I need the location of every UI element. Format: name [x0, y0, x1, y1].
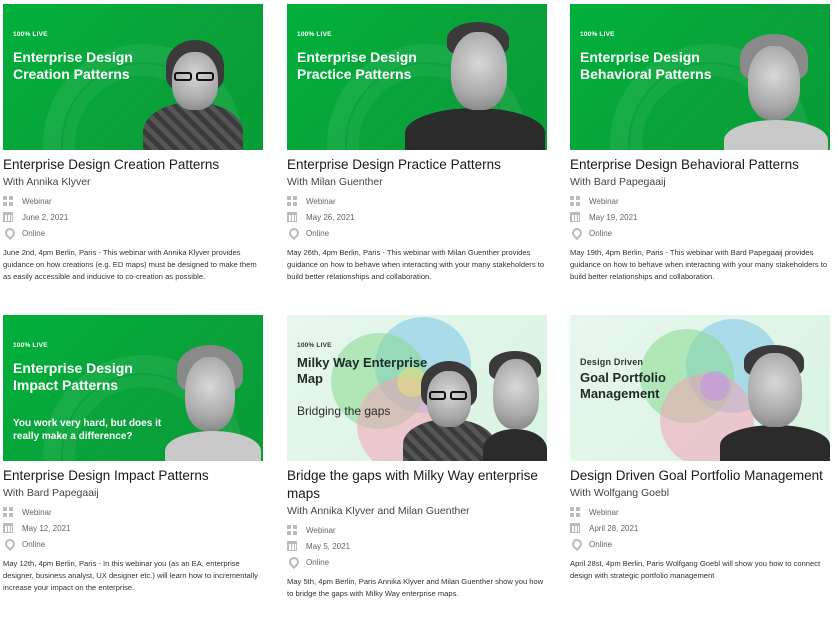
event-card[interactable]: 100% LIVE Milky Way Enterprise Map Bridg…	[287, 315, 549, 600]
calendar-icon	[570, 212, 580, 222]
event-location: Online	[22, 539, 46, 549]
location-pin-icon	[570, 228, 580, 238]
event-title[interactable]: Enterprise Design Impact Patterns	[3, 467, 265, 485]
event-card[interactable]: 100% LIVE Enterprise Design Behavioral P…	[570, 4, 832, 283]
event-thumbnail[interactable]: 100% LIVE Milky Way Enterprise Map Bridg…	[287, 315, 547, 461]
thumbnail-title: Enterprise Design Impact Patterns	[13, 360, 133, 393]
location-pin-icon	[287, 557, 297, 567]
location-pin-icon	[3, 539, 13, 549]
event-date: May 26, 2021	[306, 212, 355, 222]
event-type: Webinar	[589, 507, 619, 517]
event-location: Online	[589, 228, 613, 238]
category-icon	[287, 525, 297, 535]
event-type: Webinar	[22, 507, 52, 517]
speaker-photo	[720, 345, 830, 461]
event-grid: 100% LIVE Enterprise Design Creation Pat…	[0, 0, 838, 620]
live-badge: 100% LIVE	[297, 31, 332, 38]
event-thumbnail[interactable]: Design Driven Goal Portfolio Management	[570, 315, 830, 461]
speaker-photo	[405, 20, 545, 150]
event-description: May 19th, 4pm Berlin, Paris - This webin…	[570, 248, 828, 281]
event-location: Online	[306, 228, 330, 238]
thumbnail-kicker: Design Driven	[580, 357, 644, 367]
category-icon	[3, 507, 13, 517]
thumbnail-title: Enterprise Design Creation Patterns	[13, 49, 133, 82]
event-card[interactable]: 100% LIVE Enterprise Design Impact Patte…	[3, 315, 265, 594]
event-thumbnail[interactable]: 100% LIVE Enterprise Design Behavioral P…	[570, 4, 830, 150]
event-type: Webinar	[22, 196, 52, 206]
event-date: May 19, 2021	[589, 212, 638, 222]
event-card[interactable]: 100% LIVE Enterprise Design Creation Pat…	[3, 4, 265, 283]
category-icon	[287, 196, 297, 206]
event-thumbnail[interactable]: 100% LIVE Enterprise Design Creation Pat…	[3, 4, 263, 150]
event-speaker: With Milan Guenther	[287, 176, 383, 188]
event-title[interactable]: Enterprise Design Practice Patterns	[287, 156, 549, 174]
category-icon	[570, 507, 580, 517]
location-pin-icon	[287, 228, 297, 238]
live-badge: 100% LIVE	[13, 342, 48, 349]
event-description: May 5th, 4pm Berlin, Paris Annika Klyver…	[287, 577, 544, 598]
event-description: June 2nd, 4pm Berlin, Paris - This webin…	[3, 248, 257, 281]
event-type: Webinar	[589, 196, 619, 206]
speaker-photo	[138, 40, 248, 150]
event-speaker: With Wolfgang Goebl	[570, 487, 670, 499]
event-description: May 26th, 4pm Berlin, Paris - This webin…	[287, 248, 545, 281]
speaker-photo	[161, 345, 263, 461]
event-title[interactable]: Enterprise Design Behavioral Patterns	[570, 156, 832, 174]
calendar-icon	[570, 523, 580, 533]
speaker-photo	[720, 34, 830, 150]
event-title[interactable]: Enterprise Design Creation Patterns	[3, 156, 265, 174]
live-badge: 100% LIVE	[297, 342, 332, 349]
thumbnail-subtitle: You work very hard, but does it really m…	[13, 418, 162, 442]
category-icon	[3, 196, 13, 206]
event-description: May 12th, 4pm Berlin, Paris - In this we…	[3, 559, 258, 592]
category-icon	[570, 196, 580, 206]
event-speaker: With Bard Papegaaij	[570, 176, 666, 188]
event-date: June 2, 2021	[22, 212, 69, 222]
thumbnail-title: Goal Portfolio Management	[580, 370, 666, 401]
calendar-icon	[3, 212, 13, 222]
event-thumbnail[interactable]: 100% LIVE Enterprise Design Practice Pat…	[287, 4, 547, 150]
event-title[interactable]: Bridge the gaps with Milky Way enterpris…	[287, 467, 549, 503]
calendar-icon	[3, 523, 13, 533]
event-date: May 12, 2021	[22, 523, 71, 533]
event-card[interactable]: 100% LIVE Enterprise Design Practice Pat…	[287, 4, 549, 283]
event-title[interactable]: Design Driven Goal Portfolio Management	[570, 467, 832, 485]
event-type: Webinar	[306, 525, 336, 535]
event-date: April 28, 2021	[589, 523, 639, 533]
event-type: Webinar	[306, 196, 336, 206]
calendar-icon	[287, 541, 297, 551]
event-location: Online	[22, 228, 46, 238]
thumbnail-title: Enterprise Design Behavioral Patterns	[580, 49, 712, 82]
speaker-photo	[483, 351, 547, 461]
event-date: May 5, 2021	[306, 541, 351, 551]
event-card[interactable]: Design Driven Goal Portfolio Management …	[570, 315, 832, 582]
event-location: Online	[306, 557, 330, 567]
location-pin-icon	[570, 539, 580, 549]
live-badge: 100% LIVE	[580, 31, 615, 38]
event-location: Online	[589, 539, 613, 549]
event-speaker: With Bard Papegaaij	[3, 487, 99, 499]
location-pin-icon	[3, 228, 13, 238]
event-speaker: With Annika Klyver	[3, 176, 91, 188]
live-badge: 100% LIVE	[13, 31, 48, 38]
calendar-icon	[287, 212, 297, 222]
event-description: April 28st, 4pm Berlin, Paris Wolfgang G…	[570, 559, 821, 580]
event-speaker: With Annika Klyver and Milan Guenther	[287, 505, 470, 517]
event-thumbnail[interactable]: 100% LIVE Enterprise Design Impact Patte…	[3, 315, 263, 461]
